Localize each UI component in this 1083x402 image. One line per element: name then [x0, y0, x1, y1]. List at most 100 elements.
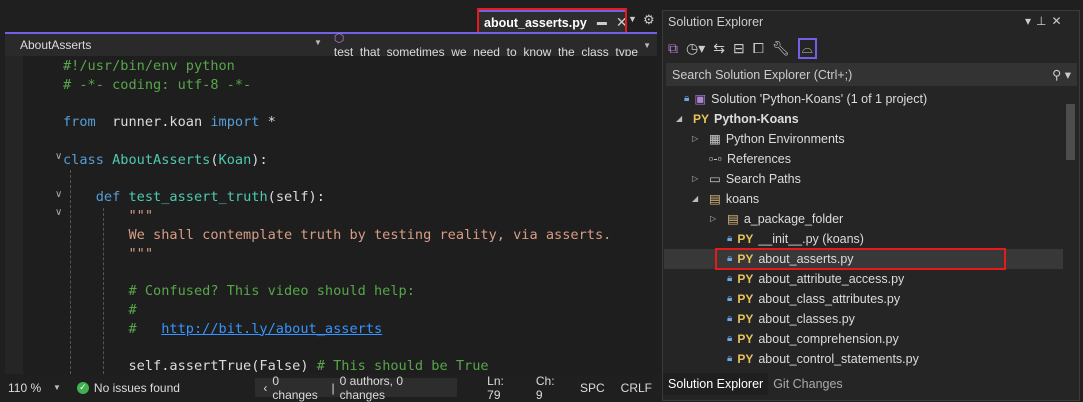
code-token: #!/usr/bin/env python	[63, 58, 235, 74]
tree-item-label: koans	[725, 192, 760, 206]
expander-icon[interactable]: ◢	[676, 109, 688, 129]
expander-icon[interactable]: ▷	[692, 129, 704, 149]
lock-icon: 🔒︎	[684, 93, 690, 104]
zoom-dropdown[interactable]: 110 % ▼	[0, 381, 69, 395]
git-changes-indicator[interactable]: ‹ 0 changes | 0 authors, 0 changes	[255, 374, 458, 402]
solution-explorer-toolbar: ⧉ ◷▾ ⇆ ⊟ ⧠ 🔧︎ ⌓	[668, 36, 817, 60]
hyperlink[interactable]: http://bit.ly/about_asserts	[161, 321, 382, 337]
search-icon: ⚲ ▾	[1052, 68, 1071, 82]
python-file-icon: PY	[737, 232, 754, 246]
code-token: # This should be True	[316, 358, 489, 374]
scrollbar-thumb[interactable]	[1066, 104, 1075, 160]
collapse-all-icon[interactable]: ⊟	[733, 40, 745, 57]
whitespace-mode[interactable]: SPC	[572, 381, 613, 395]
code-line: #!/usr/bin/env python	[63, 57, 235, 76]
gear-icon[interactable]: ⚙	[643, 12, 655, 28]
code-token: self.assertTrue(False)	[63, 358, 317, 374]
panel-tabs: Solution Explorer Git Changes	[663, 373, 848, 395]
lock-icon: 🔒︎	[727, 353, 733, 364]
lock-icon: 🔒︎	[727, 313, 733, 324]
tree-item[interactable]: 🔒︎ PY __init__.py (koans)	[710, 229, 864, 249]
references-icon: ▫-▫	[709, 152, 723, 166]
column-number[interactable]: Ch: 9	[528, 374, 572, 402]
authors-count: 0 authors, 0 changes	[339, 373, 404, 402]
pending-changes-filter-icon[interactable]: ◷▾	[686, 40, 705, 57]
tree-item-label: __init__.py (koans)	[758, 232, 864, 246]
issues-indicator[interactable]: ✓ No issues found	[69, 381, 255, 395]
tree-item-label: about_attribute_access.py	[758, 272, 905, 286]
tree-item[interactable]: 🔒︎ PY about_attribute_access.py	[710, 269, 904, 289]
python-file-icon: PY	[737, 292, 754, 306]
tree-item[interactable]: ◢ ▤ koans	[692, 189, 759, 209]
lock-icon: 🔒︎	[727, 333, 733, 344]
tree-item[interactable]: ▷ ▭ Search Paths	[692, 169, 801, 189]
tree-item[interactable]: ▷ ▤ a_package_folder	[710, 209, 843, 229]
solution-icon: ▣	[694, 92, 707, 106]
code-line: # http://bit.ly/about_asserts	[63, 320, 382, 339]
chevron-down-icon: ▼	[52, 383, 61, 392]
code-line: from runner.koan import *	[63, 113, 276, 132]
tab-git-changes[interactable]: Git Changes	[768, 373, 847, 395]
code-token: *	[259, 114, 276, 131]
code-line: class AboutAsserts(Koan):	[63, 151, 268, 170]
code-token: AboutAsserts	[112, 151, 211, 168]
line-number[interactable]: Ln: 79	[479, 374, 528, 402]
tab-solution-explorer[interactable]: Solution Explorer	[663, 373, 769, 395]
indent-guide	[103, 208, 104, 374]
pin-icon[interactable]: ⊥	[1036, 14, 1051, 28]
properties-wrench-icon[interactable]: 🔧︎	[772, 40, 790, 57]
code-token: (	[210, 151, 219, 168]
tree-item-label: about_classes.py	[758, 312, 855, 326]
code-line: """	[63, 207, 153, 226]
switch-views-icon[interactable]: ⧉	[668, 40, 678, 57]
expander-icon[interactable]: ▷	[692, 169, 704, 189]
navigation-bar: AboutAsserts ▼ ⬡ test_that_sometimes_we_n…	[5, 31, 657, 59]
search-input[interactable]: Search Solution Explorer (Ctrl+;) ⚲ ▾	[666, 63, 1077, 86]
fold-chevron-icon[interactable]: ∨	[55, 189, 62, 200]
sync-icon[interactable]: ⇆	[713, 40, 725, 57]
dropdown-icon[interactable]: ▾	[1025, 14, 1036, 28]
editor-gutter	[5, 56, 23, 374]
code-line: #	[63, 301, 136, 320]
tree-item-label: References	[727, 152, 791, 166]
tab-list-dropdown-icon[interactable]: ▼	[628, 14, 637, 24]
class-dropdown[interactable]: AboutAsserts ▼	[5, 38, 328, 52]
lock-icon: 🔒︎	[727, 233, 733, 244]
python-project-icon: PY	[693, 112, 710, 126]
code-token: test_assert_truth	[128, 189, 268, 206]
show-all-files-icon[interactable]: ⧠	[753, 40, 764, 57]
tree-item-label: Search Paths	[725, 172, 801, 186]
member-dropdown[interactable]: ⬡ test_that_sometimes_we_need_to_know_th…	[328, 31, 657, 59]
code-line: # Confused? This video should help:	[63, 282, 414, 301]
tree-item[interactable]: 🔒︎ PY about_classes.py	[710, 309, 855, 329]
tree-item[interactable]: 🔒︎ PY about_control_statements.py	[710, 349, 919, 369]
changes-count: 0 changes	[272, 373, 318, 402]
lock-icon: 🔒︎	[727, 293, 733, 304]
code-token: We shall contemplate truth by testing re…	[63, 226, 612, 243]
highlight-box	[715, 248, 1006, 270]
expander-icon[interactable]: ◢	[692, 189, 704, 209]
tree-item[interactable]: 🔒︎ PY about_comprehension.py	[710, 329, 899, 349]
tree-item[interactable]: 🔒︎ ▣ Solution 'Python-Koans' (1 of 1 proje…	[667, 89, 927, 109]
lock-icon: 🔒︎	[727, 273, 733, 284]
tree-item[interactable]: 🔒︎ PY about_class_attributes.py	[710, 289, 900, 309]
tree-item-label: about_comprehension.py	[758, 332, 899, 346]
code-token: Koan	[218, 151, 252, 168]
close-icon[interactable]: ✕	[1051, 14, 1066, 28]
fold-chevron-icon[interactable]: ∨	[55, 207, 62, 218]
tree-item[interactable]: ▫-▫ References	[692, 149, 791, 169]
python-file-icon: PY	[737, 332, 754, 346]
code-token: ):	[251, 151, 268, 168]
tree-item-label: Python Environments	[725, 132, 845, 146]
tree-item[interactable]: ◢ PY Python-Koans	[676, 109, 799, 129]
line-ending[interactable]: CRLF	[613, 381, 660, 395]
cube-icon: ⬡	[333, 31, 345, 45]
preview-selected-items-icon[interactable]: ⌓	[797, 37, 817, 59]
expander-icon[interactable]: ▷	[710, 209, 722, 229]
class-dropdown-value: AboutAsserts	[20, 38, 92, 52]
code-token: class	[63, 151, 104, 168]
tree-item[interactable]: ▷ ▦ Python Environments	[692, 129, 845, 149]
chevron-down-icon: ▼	[313, 38, 322, 47]
fold-chevron-icon[interactable]: ∨	[55, 151, 62, 162]
code-token: """	[63, 245, 154, 262]
